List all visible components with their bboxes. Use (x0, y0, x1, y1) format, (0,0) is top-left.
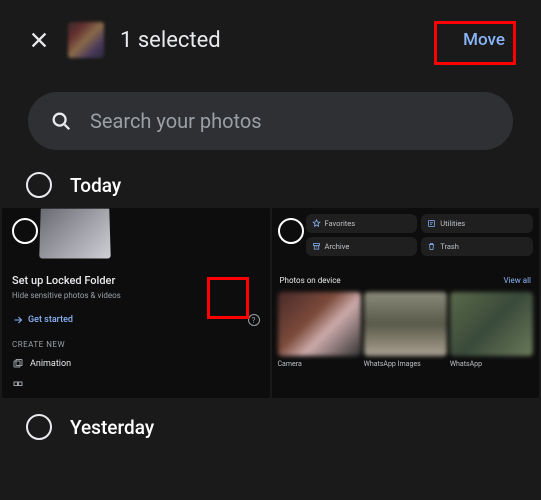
photo-tile-library[interactable]: Favorites Utilities Archive Trash Photos… (272, 208, 540, 398)
archive-icon (312, 242, 321, 251)
chip-utilities-label: Utilities (440, 219, 465, 228)
select-all-today-checkbox[interactable] (26, 172, 52, 198)
section-yesterday-title: Yesterday (70, 416, 154, 439)
selection-count-label: 1 selected (120, 28, 437, 53)
device-album-whatsapp-images[interactable] (364, 292, 447, 356)
section-today-title: Today (70, 174, 121, 197)
select-all-yesterday-checkbox[interactable] (26, 414, 52, 440)
view-all-link[interactable]: View all (503, 276, 531, 285)
locked-folder-text: Set up Locked Folder Hide sensitive phot… (12, 274, 260, 300)
get-started-link[interactable]: Get started (12, 314, 73, 326)
section-yesterday[interactable]: Yesterday (0, 398, 541, 450)
album-caption: WhatsApp (450, 360, 533, 368)
album-caption: WhatsApp Images (364, 360, 447, 368)
selected-thumbnail (68, 22, 104, 58)
locked-folder-subtitle: Hide sensitive photos & videos (12, 291, 260, 300)
help-icon[interactable]: ? (248, 314, 260, 326)
selection-header: 1 selected Move (0, 0, 541, 80)
star-icon (312, 219, 321, 228)
album-caption: Camera (278, 360, 361, 368)
today-grid: Set up Locked Folder Hide sensitive phot… (0, 208, 541, 398)
create-animation-item[interactable]: Animation (12, 358, 71, 370)
chip-archive-label: Archive (325, 242, 350, 251)
move-button[interactable]: Move (453, 24, 515, 56)
search-icon (50, 110, 72, 132)
photos-on-device-label: Photos on device (280, 276, 341, 285)
animation-icon (12, 358, 24, 370)
photo-select-checkbox[interactable] (278, 218, 304, 244)
trash-icon (427, 242, 436, 251)
device-album-camera[interactable] (278, 292, 361, 356)
chip-utilities[interactable]: Utilities (421, 214, 533, 233)
chip-archive[interactable]: Archive (306, 237, 418, 256)
collage-icon (12, 380, 24, 392)
chip-trash-label: Trash (440, 242, 459, 251)
close-icon (28, 29, 50, 51)
device-album-whatsapp[interactable] (450, 292, 533, 356)
arrow-right-icon (12, 314, 24, 326)
search-placeholder: Search your photos (90, 109, 262, 133)
get-started-label: Get started (28, 315, 73, 325)
folder-icon (39, 209, 111, 259)
photo-select-checkbox[interactable] (12, 218, 38, 244)
animation-label: Animation (30, 359, 71, 369)
create-other-item[interactable] (12, 380, 24, 392)
chip-favorites[interactable]: Favorites (306, 214, 418, 233)
create-new-header: CREATE NEW (12, 340, 65, 349)
chip-favorites-label: Favorites (325, 219, 356, 228)
utilities-icon (427, 219, 436, 228)
close-button[interactable] (26, 27, 52, 53)
locked-folder-title: Set up Locked Folder (12, 274, 260, 287)
photo-tile-locked-folder[interactable]: Set up Locked Folder Hide sensitive phot… (2, 208, 270, 398)
chip-trash[interactable]: Trash (421, 237, 533, 256)
section-today[interactable]: Today (0, 158, 541, 208)
search-input[interactable]: Search your photos (28, 92, 513, 150)
